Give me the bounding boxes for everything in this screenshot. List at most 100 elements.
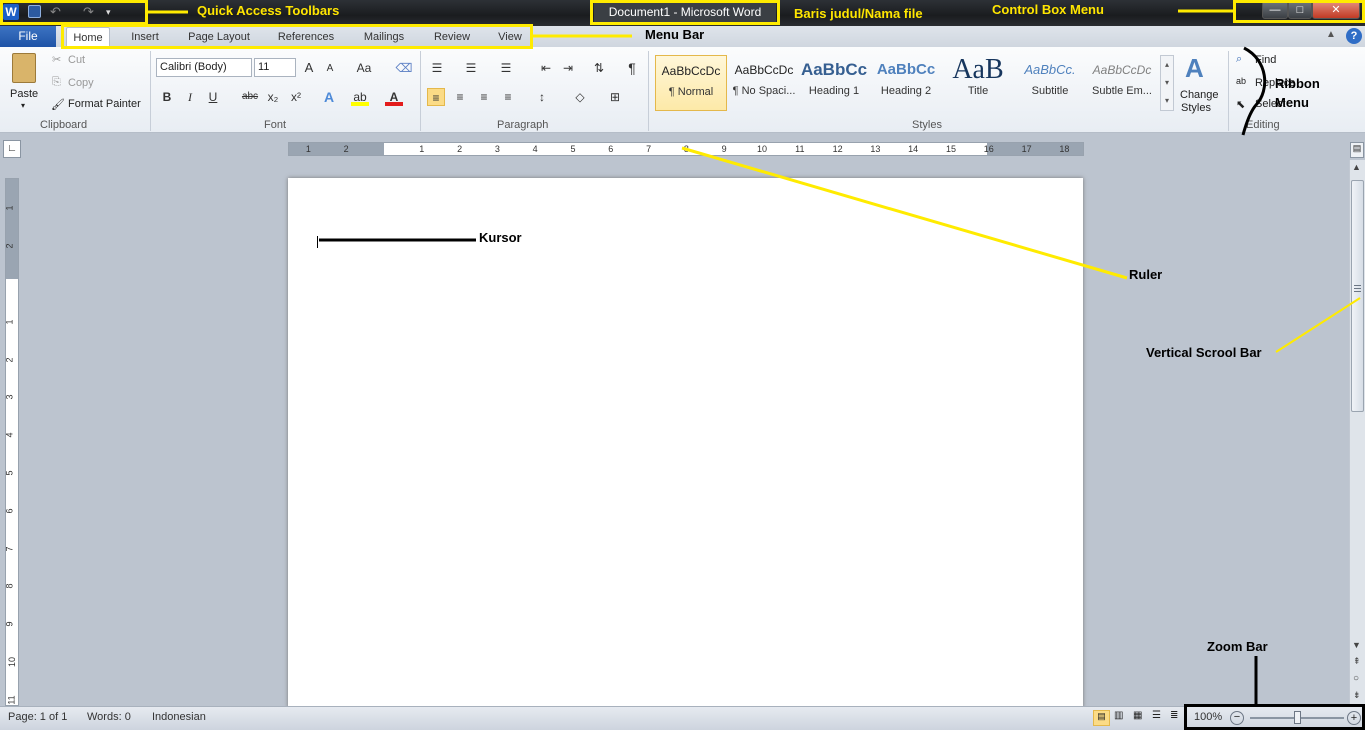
full-screen-reading-icon[interactable]: ▥: [1114, 710, 1123, 721]
style-subtitle[interactable]: AaBbCc. Subtitle: [1014, 55, 1086, 111]
menu-bar-highlight: [61, 24, 533, 49]
multilevel-list-icon[interactable]: ☰: [497, 59, 515, 77]
ruler-number: 18: [1059, 144, 1070, 154]
italic-button[interactable]: I: [181, 88, 199, 106]
style-subtle-emphasis[interactable]: AaBbCcDc Subtle Em...: [1086, 55, 1158, 111]
format-painter-button[interactable]: Format Painter: [68, 98, 141, 110]
word-count[interactable]: Words: 0: [87, 711, 131, 723]
text-effects-icon[interactable]: A: [320, 88, 338, 106]
page-count[interactable]: Page: 1 of 1: [8, 711, 67, 723]
previous-page-icon[interactable]: ⇞: [1353, 656, 1361, 667]
ruler-number: 9: [721, 144, 727, 154]
web-layout-icon[interactable]: ▦: [1133, 710, 1142, 721]
browse-object-icon[interactable]: ○: [1353, 673, 1359, 684]
style-no-spacing[interactable]: AaBbCcDc ¶ No Spaci...: [728, 55, 800, 111]
ruler-toggle-icon[interactable]: ▤: [1350, 142, 1364, 158]
shrink-font-button[interactable]: A: [321, 60, 339, 78]
vruler-number: 2: [4, 243, 15, 249]
minimize-ribbon-icon[interactable]: ▲: [1326, 29, 1336, 40]
copy-button[interactable]: Copy: [68, 77, 94, 89]
justify-icon[interactable]: ≡: [499, 88, 517, 106]
borders-icon[interactable]: ⊞: [606, 88, 624, 106]
style-heading-1[interactable]: AaBbCc Heading 1: [798, 55, 870, 111]
paste-button[interactable]: Paste: [10, 88, 38, 100]
text-cursor: [317, 236, 318, 248]
style-title[interactable]: AaB Title: [942, 55, 1014, 111]
vruler-number: 8: [4, 583, 15, 589]
style-normal[interactable]: AaBbCcDc ¶ Normal: [655, 55, 727, 111]
underline-button[interactable]: U: [204, 88, 222, 106]
align-left-icon[interactable]: ≡: [427, 88, 445, 106]
vertical-ruler[interactable]: 2 1 1 2 3 4 5 6 7 8 9 10 11: [5, 178, 19, 706]
font-size-value: 11: [258, 61, 270, 73]
vruler-number: 4: [4, 432, 15, 438]
title-highlight: [590, 0, 780, 25]
draft-icon[interactable]: ≣: [1170, 710, 1178, 721]
change-styles-icon[interactable]: A: [1185, 53, 1204, 84]
bold-button[interactable]: B: [158, 88, 176, 106]
decrease-indent-icon[interactable]: ⇤: [537, 59, 555, 77]
superscript-button[interactable]: x²: [287, 88, 305, 106]
style-heading-2[interactable]: AaBbCc Heading 2: [870, 55, 942, 111]
group-divider: [648, 51, 649, 131]
find-button[interactable]: Find: [1255, 54, 1276, 66]
paste-icon[interactable]: [12, 53, 36, 83]
subscript-button[interactable]: x₂: [264, 88, 282, 106]
bullets-icon[interactable]: ☰: [428, 59, 446, 77]
print-layout-icon[interactable]: ▤: [1093, 710, 1110, 726]
group-divider: [150, 51, 151, 131]
strikethrough-button[interactable]: abc: [238, 88, 262, 106]
style-preview: AaBbCc: [800, 60, 868, 79]
help-icon[interactable]: ?: [1346, 28, 1362, 44]
font-group-label: Font: [264, 119, 287, 131]
font-name-box[interactable]: Calibri (Body): [156, 58, 252, 77]
ruler-number: 13: [870, 144, 881, 154]
scroll-down-icon[interactable]: ▼: [1352, 640, 1361, 650]
annotation-ribbon-1: Ribbon: [1275, 76, 1320, 91]
vruler-number: 1: [4, 319, 15, 325]
ruler-number: 11: [795, 144, 805, 154]
style-name: Subtle Em...: [1092, 85, 1152, 97]
grow-font-button[interactable]: A: [300, 59, 318, 77]
font-color-icon[interactable]: A: [385, 88, 403, 106]
align-right-icon[interactable]: ≡: [475, 88, 493, 106]
show-formatting-button[interactable]: ¶: [623, 59, 641, 77]
replace-icon: ab: [1236, 76, 1247, 86]
tab-selector-icon[interactable]: ∟: [3, 140, 21, 158]
language-indicator[interactable]: Indonesian: [152, 711, 206, 723]
scroll-up-icon[interactable]: ▲: [1352, 162, 1361, 172]
word-window: W ↶ ↷ ▾ Document1 - Microsoft Word — □ ✕…: [0, 0, 1365, 730]
paste-dropdown-icon[interactable]: ▾: [21, 101, 25, 110]
style-preview: AaBbCcDc: [661, 64, 721, 78]
change-styles-label-1[interactable]: Change: [1180, 89, 1219, 101]
scroll-thumb[interactable]: [1351, 180, 1364, 412]
vertical-scrollbar[interactable]: ▲ ▼ ⇞ ○ ⇟: [1349, 160, 1365, 706]
document-page[interactable]: [288, 178, 1083, 708]
line-spacing-icon[interactable]: ↕: [533, 88, 551, 106]
next-page-icon[interactable]: ⇟: [1353, 690, 1361, 701]
style-preview: AaBbCcDc: [1092, 63, 1152, 77]
shading-icon[interactable]: ◇: [571, 88, 589, 106]
vruler-number: 6: [4, 508, 15, 514]
styles-scroll-control[interactable]: ▴ ▾ ▾: [1160, 55, 1174, 111]
increase-indent-icon[interactable]: ⇥: [559, 59, 577, 77]
align-center-icon[interactable]: ≡: [451, 88, 469, 106]
ruler-number: 5: [570, 144, 576, 154]
style-preview: AaB: [952, 55, 1004, 85]
clear-formatting-icon[interactable]: ⌫: [395, 59, 413, 77]
ruler-number: 16: [983, 144, 994, 154]
font-size-box[interactable]: 11: [254, 58, 296, 77]
change-case-button[interactable]: Aa: [352, 59, 376, 77]
cut-button[interactable]: Cut: [68, 54, 85, 66]
horizontal-ruler[interactable]: 2 1 1 2 3 4 5 6 7 8 9 10 11 12 13 14 15 16 17 18: [288, 142, 1084, 156]
change-styles-label-2[interactable]: Styles: [1181, 102, 1211, 114]
highlight-icon[interactable]: ab: [351, 88, 369, 106]
outline-icon[interactable]: ☰: [1152, 710, 1161, 721]
status-bar: Page: 1 of 1 Words: 0 Indonesian ▤ ▥ ▦ ☰…: [0, 706, 1365, 730]
style-preview: AaBbCcDc: [734, 63, 794, 77]
quick-access-highlight: [0, 0, 148, 25]
tab-file[interactable]: File: [0, 26, 56, 47]
ruler-margin-left: [289, 143, 384, 155]
numbering-icon[interactable]: ☰: [462, 59, 480, 77]
sort-icon[interactable]: ⇅: [590, 59, 608, 77]
